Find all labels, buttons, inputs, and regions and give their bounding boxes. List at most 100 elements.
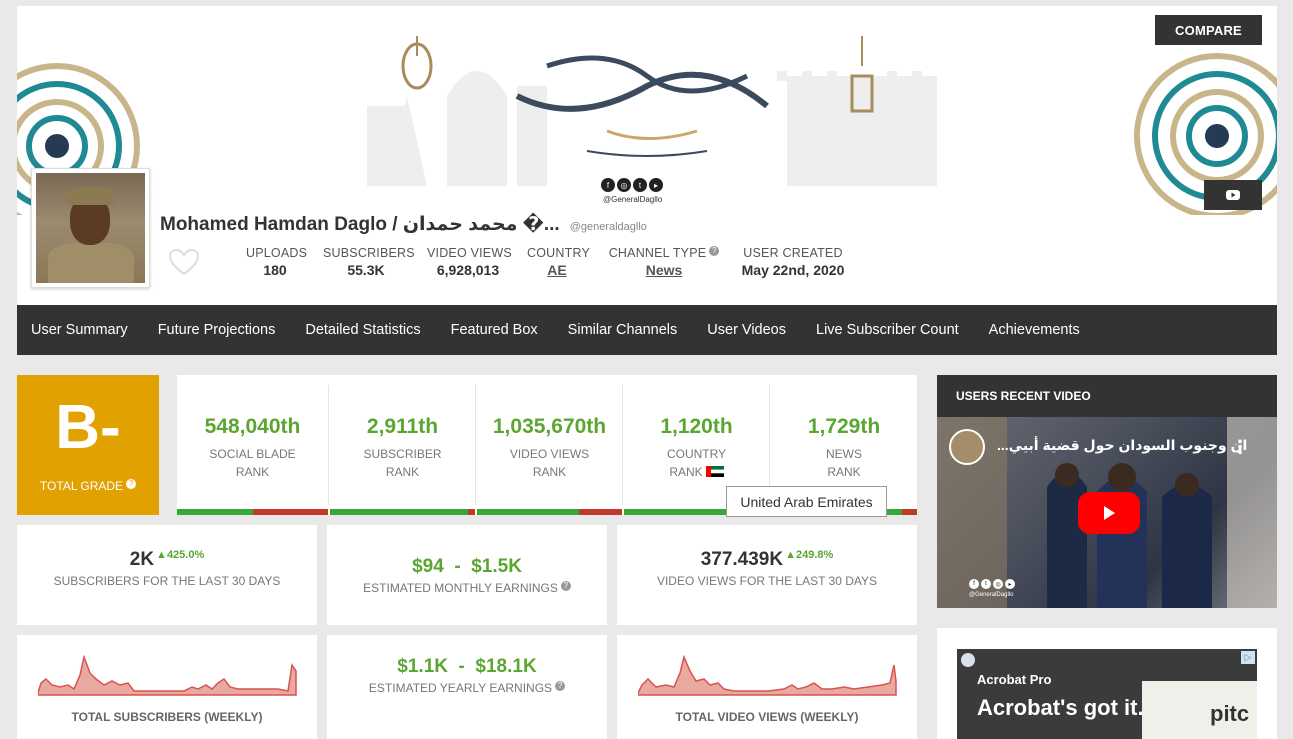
channel-type-link[interactable]: News: [605, 262, 723, 278]
nav-user-videos[interactable]: User Videos: [707, 322, 786, 338]
stat-label: USER CREATED: [743, 246, 843, 260]
stat-video-views: VIDEO VIEWS 6,928,013: [427, 246, 512, 278]
instagram-icon: ◎: [617, 178, 631, 192]
channel-handle: @generaldagllo: [569, 221, 647, 233]
youtube-icon: [1226, 190, 1240, 200]
nav-similar-channels[interactable]: Similar Channels: [568, 322, 678, 338]
channel-banner: f ◎ t ▸ @GeneralDagllo COMPARE: [17, 6, 1277, 215]
rank-bar-fill: [477, 509, 579, 515]
play-button[interactable]: [1078, 492, 1140, 534]
compare-button[interactable]: COMPARE: [1155, 15, 1262, 45]
rank-subscriber: 2,911th SUBSCRIBER RANK: [330, 375, 475, 515]
subscribers-30-days-card: 2K ▲425.0% SUBSCRIBERS FOR THE LAST 30 DA…: [17, 525, 317, 625]
section-nav: User Summary Future Projections Detailed…: [17, 305, 1277, 355]
rank-label: VIDEO VIEWS: [509, 447, 590, 461]
yearly-earnings-card: $1.1K - $18.1K ESTIMATED YEARLY EARNINGS…: [327, 635, 607, 739]
rank-label: RANK: [827, 465, 861, 479]
nav-user-summary[interactable]: User Summary: [31, 322, 128, 338]
nav-achievements[interactable]: Achievements: [989, 322, 1080, 338]
metric-percent: 425.0%: [166, 549, 205, 561]
twitter-icon: t: [633, 178, 647, 192]
subscribers-sparkline: [38, 655, 297, 696]
stat-value: 6,928,013: [436, 262, 500, 278]
video-channel-avatar[interactable]: [949, 429, 985, 465]
rank-label: RANK: [235, 465, 270, 479]
acrobat-ad[interactable]: ▷ Acrobat Pro Acrobat's got it. pitc: [957, 649, 1257, 739]
channel-name: Mohamed Hamdan Daglo / محمد حمدان �...: [160, 214, 560, 235]
rank-label: RANK: [385, 465, 420, 479]
stat-value: 55.3K: [347, 262, 385, 278]
stat-channel-type: CHANNEL TYPE? News: [605, 246, 723, 278]
stat-label: SUBSCRIBERS: [323, 246, 415, 260]
country-link[interactable]: AE: [527, 262, 587, 278]
banner-social-icons: f ◎ t ▸: [601, 178, 663, 192]
stat-label: COUNTRY: [527, 246, 590, 260]
stat-subscribers: SUBSCRIBERS 55.3K: [323, 246, 415, 278]
help-icon[interactable]: ?: [555, 681, 566, 691]
stat-value: May 22nd, 2020: [741, 262, 845, 278]
rank-value: 1,120th: [660, 415, 733, 438]
ad-headline: Acrobat's got it.: [977, 695, 1144, 720]
stat-user-created: USER CREATED May 22nd, 2020: [739, 246, 847, 278]
video-title[interactable]: ...ان وجنوب السودان حول قضية أبيي: [997, 437, 1247, 454]
video-handle: @GeneralDagllo: [969, 592, 1014, 598]
grade-label: TOTAL GRADE: [39, 479, 124, 493]
total-grade-card: B- TOTAL GRADE?: [17, 375, 159, 515]
ad-image: pitc: [1142, 681, 1257, 739]
rank-label: RANK: [532, 465, 567, 479]
rank-bar-fill: [330, 509, 468, 515]
more-options-icon[interactable]: ⋮: [1231, 437, 1249, 458]
rank-label: NEWS: [826, 447, 862, 461]
grade-letter: B-: [55, 393, 121, 462]
stat-label: CHANNEL TYPE: [608, 246, 707, 260]
video-social-icons: f t ◎ ▸: [969, 579, 1015, 589]
stat-label: UPLOADS: [246, 246, 308, 260]
nav-future-projections[interactable]: Future Projections: [158, 322, 276, 338]
rank-value: 1,035,670th: [492, 415, 607, 438]
rank-label: RANK: [669, 465, 703, 479]
sparkline-label: TOTAL VIDEO VIEWS (WEEKLY): [675, 710, 859, 724]
rank-label: SUBSCRIBER: [363, 447, 442, 461]
total-subscribers-weekly-card: TOTAL SUBSCRIBERS (WEEKLY): [17, 635, 317, 739]
total-video-views-weekly-card: TOTAL VIDEO VIEWS (WEEKLY): [617, 635, 917, 739]
monthly-earnings-card: $94 - $1.5K ESTIMATED MONTHLY EARNINGS?: [327, 525, 607, 625]
stat-uploads: UPLOADS 180: [246, 246, 308, 278]
youtube-link-button[interactable]: [1204, 180, 1262, 210]
rank-video-views: 1,035,670th VIDEO VIEWS RANK: [477, 375, 622, 515]
instagram-icon: ◎: [993, 579, 1003, 589]
banner-handle: @GeneralDagllo: [603, 195, 663, 204]
youtube-icon: ▸: [1005, 579, 1015, 589]
metric-value: 377.439K: [700, 549, 784, 570]
uae-flag-icon[interactable]: [705, 466, 724, 477]
rank-value: 548,040th: [204, 415, 301, 438]
favorite-heart-icon[interactable]: [168, 248, 200, 276]
video-views-sparkline: [638, 655, 897, 696]
help-icon[interactable]: ?: [709, 246, 720, 256]
rank-label: COUNTRY: [666, 447, 727, 461]
ad-title: Acrobat Pro: [977, 672, 1052, 687]
adobe-badge-icon: [961, 653, 975, 667]
metric-value: 2K: [129, 549, 155, 570]
recent-video-card: USERS RECENT VIDEO ...ان وجنوب السودان ح…: [937, 375, 1277, 608]
twitter-icon: t: [981, 579, 991, 589]
help-icon[interactable]: ?: [560, 581, 571, 591]
rank-bar-fill: [177, 509, 253, 515]
play-icon: [1104, 506, 1115, 520]
views-30-days-card: 377.439K ▲249.8% VIDEO VIEWS FOR THE LAST…: [617, 525, 917, 625]
metric-label: SUBSCRIBERS FOR THE LAST 30 DAYS: [53, 574, 281, 588]
nav-live-subscriber-count[interactable]: Live Subscriber Count: [816, 322, 959, 338]
metric-label: ESTIMATED YEARLY EARNINGS: [368, 681, 553, 695]
video-thumbnail[interactable]: ...ان وجنوب السودان حول قضية أبيي ⋮ f t …: [937, 417, 1277, 608]
metric-label: VIDEO VIEWS FOR THE LAST 30 DAYS: [656, 574, 878, 588]
help-icon[interactable]: ?: [126, 479, 137, 489]
stat-country: COUNTRY AE: [527, 246, 590, 278]
metric-value: $94 - $1.5K: [412, 556, 522, 577]
ad-choices-icon[interactable]: ▷: [1241, 651, 1255, 664]
ad-card: ▷ Acrobat Pro Acrobat's got it. pitc: [937, 628, 1277, 739]
stat-value: 180: [263, 262, 287, 278]
rank-label: SOCIAL BLADE: [209, 447, 296, 461]
nav-featured-box[interactable]: Featured Box: [451, 322, 538, 338]
nav-detailed-statistics[interactable]: Detailed Statistics: [305, 322, 420, 338]
channel-avatar: [31, 168, 150, 288]
ad-image-text: pitc: [1210, 701, 1250, 726]
